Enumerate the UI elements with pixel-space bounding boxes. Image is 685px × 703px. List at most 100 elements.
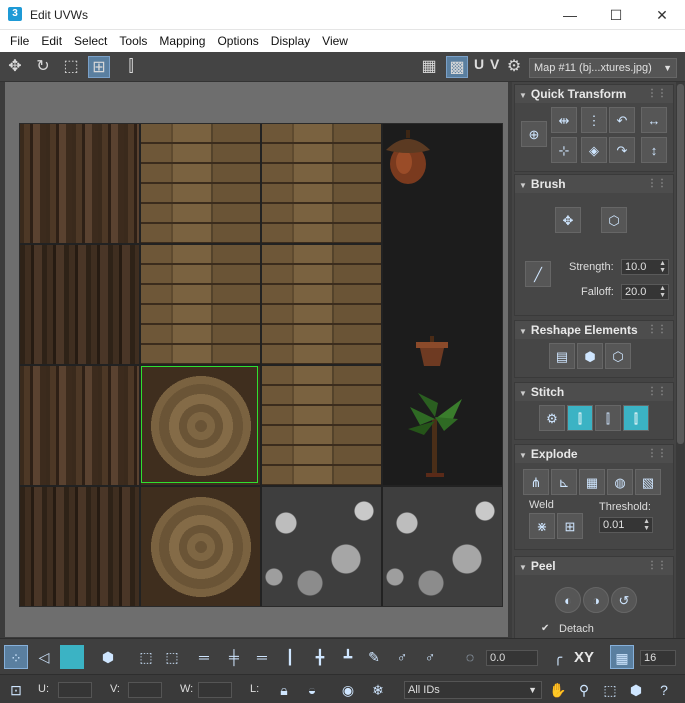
v-field[interactable] [128, 682, 162, 698]
drag-handle-icon[interactable]: ⋮⋮ [647, 175, 667, 193]
lock-icon[interactable]: 🔒︎ [272, 678, 296, 702]
snap-value-field[interactable]: 16 [640, 650, 676, 666]
falloff-curve-icon[interactable]: ╭ [546, 645, 570, 669]
threshold-spinner[interactable]: 0.01 ▲ ▼ [599, 517, 653, 533]
spinner-arrows-icon[interactable]: ▲ ▼ [659, 285, 666, 299]
ring-select-icon[interactable]: ═ [192, 645, 216, 669]
stitch-to-source-icon[interactable]: ⫿ [567, 405, 593, 431]
align-to-edge-icon[interactable]: ⊹ [551, 137, 577, 163]
detach-edge-icon[interactable]: ⊾ [551, 469, 577, 495]
space-horizontal-icon[interactable]: ↔ [641, 107, 667, 133]
peel-mode-icon[interactable]: ◑ [583, 587, 609, 613]
rotate-cw-icon[interactable]: ↷ [609, 137, 635, 163]
flatten-by-material-icon[interactable]: ▧ [635, 469, 661, 495]
edge-loop-icon[interactable]: ┃ [278, 645, 302, 669]
absolute-offset-icon[interactable]: ⊡ [4, 678, 28, 702]
set-pivot-icon[interactable]: ⊕ [521, 121, 547, 147]
close-button[interactable]: ✕ [639, 0, 685, 30]
scale-icon[interactable]: ⬚ [60, 56, 82, 78]
space-vertical-icon[interactable]: ↕ [641, 137, 667, 163]
ids-select[interactable]: All IDs ▼ [404, 681, 542, 699]
drag-handle-icon[interactable]: ⋮⋮ [647, 383, 667, 401]
texture-map[interactable] [19, 123, 503, 607]
menu-file[interactable]: File [4, 30, 35, 52]
loop-shrink-icon[interactable]: ═ [250, 645, 274, 669]
soft-selection-icon[interactable]: ◌ [458, 645, 482, 669]
menu-tools[interactable]: Tools [113, 30, 153, 52]
peel-header[interactable]: ▼ Peel ⋮⋮ [515, 557, 673, 575]
grow-selection-icon[interactable]: ⬚ [134, 645, 158, 669]
rotate-ccw-icon[interactable]: ↶ [609, 107, 635, 133]
paint-select-icon[interactable]: ✎ [362, 645, 386, 669]
w-field[interactable] [198, 682, 232, 698]
rotate-value-field[interactable]: 0.0 [486, 650, 538, 666]
rotate-icon[interactable]: ↻ [32, 56, 54, 78]
checker-icon[interactable]: ▦ [418, 56, 440, 78]
vertex-select-icon[interactable]: ⁘ [4, 645, 28, 669]
flatten-icon[interactable]: ▦ [579, 469, 605, 495]
spinner-arrows-icon[interactable]: ▲ ▼ [659, 260, 666, 274]
loop-select-icon[interactable]: ╪ [222, 645, 246, 669]
paint-grow-icon[interactable]: ♂ [390, 645, 414, 669]
edge-distance-icon[interactable]: ▦ [610, 645, 634, 669]
freeform-icon[interactable]: ⊞ [88, 56, 110, 78]
relax-brush-icon[interactable]: ⬡ [601, 207, 627, 233]
drag-handle-icon[interactable]: ⋮⋮ [647, 321, 667, 339]
panel-scrollbar-thumb[interactable] [677, 84, 684, 444]
straighten-icon[interactable]: ▤ [549, 343, 575, 369]
relax-settings-icon[interactable]: ⬡ [605, 343, 631, 369]
show-icon[interactable]: ◉ [336, 678, 360, 702]
stitch-average-icon[interactable]: ⫿ [595, 405, 621, 431]
reset-peel-icon[interactable]: ↺ [611, 587, 637, 613]
map-select[interactable]: Map #11 (bj...xtures.jpg) ▼ [529, 58, 677, 78]
selected-uv-element[interactable] [141, 366, 258, 483]
element-select-icon[interactable]: ⬢ [96, 645, 120, 669]
menu-display[interactable]: Display [265, 30, 316, 52]
linear-align-icon[interactable]: ◈ [581, 137, 607, 163]
u-field[interactable] [58, 682, 92, 698]
reshape-elements-header[interactable]: ▼ Reshape Elements ⋮⋮ [515, 321, 673, 339]
drag-handle-icon[interactable]: ⋮⋮ [647, 557, 667, 575]
flatten-by-smoothing-icon[interactable]: ◍ [607, 469, 633, 495]
brush-falloff-icon[interactable]: ╱ [525, 261, 551, 287]
freeze-icon[interactable]: ❄ [366, 678, 390, 702]
detach-checkbox[interactable]: ✔ [541, 623, 549, 634]
menu-edit[interactable]: Edit [35, 30, 68, 52]
xy-axis-toggle[interactable]: XY [574, 649, 594, 666]
edge-select-icon[interactable]: ◁ [32, 645, 56, 669]
quick-peel-icon[interactable]: ◐ [555, 587, 581, 613]
select-by-element-icon[interactable]: ┻ [336, 645, 360, 669]
align-horizontal-icon[interactable]: ⇹ [551, 107, 577, 133]
stitch-header[interactable]: ▼ Stitch ⋮⋮ [515, 383, 673, 401]
menu-select[interactable]: Select [68, 30, 113, 52]
weld-selected-icon[interactable]: ⋇ [529, 513, 555, 539]
stitch-to-target-icon[interactable]: ⫿ [623, 405, 649, 431]
zoom-extents-icon[interactable]: ⬢ [624, 678, 648, 702]
shrink-selection-icon[interactable]: ⬚ [160, 645, 184, 669]
menu-options[interactable]: Options [211, 30, 264, 52]
brush-header[interactable]: ▼ Brush ⋮⋮ [515, 175, 673, 193]
face-select-icon[interactable] [60, 645, 84, 669]
help-icon[interactable]: ? [652, 678, 676, 702]
pan-icon[interactable]: ✋ [546, 678, 570, 702]
maximize-button[interactable]: ☐ [593, 0, 639, 30]
align-vertical-icon[interactable]: ⋮ [581, 107, 607, 133]
strength-spinner[interactable]: 10.0 ▲ ▼ [621, 259, 669, 275]
stitch-custom-icon[interactable]: ⚙ [539, 405, 565, 431]
weld-target-icon[interactable]: ⊞ [557, 513, 583, 539]
paint-move-icon[interactable]: ✥ [555, 207, 581, 233]
zoom-icon[interactable]: ⚲ [572, 678, 596, 702]
drag-handle-icon[interactable]: ⋮⋮ [647, 445, 667, 463]
texture-settings-icon[interactable]: ⚙ [503, 56, 525, 78]
paint-shrink-icon[interactable]: ♂ [418, 645, 442, 669]
zoom-region-icon[interactable]: ⬚ [598, 678, 622, 702]
explode-header[interactable]: ▼ Explode ⋮⋮ [515, 445, 673, 463]
relax-icon[interactable]: ⬢ [577, 343, 603, 369]
menu-mapping[interactable]: Mapping [153, 30, 211, 52]
move-icon[interactable]: ✥ [4, 56, 26, 78]
hide-icon[interactable]: ◒ [300, 678, 324, 702]
falloff-spinner[interactable]: 20.0 ▲ ▼ [621, 284, 669, 300]
point-to-point-icon[interactable]: ╋ [308, 645, 332, 669]
drag-handle-icon[interactable]: ⋮⋮ [647, 85, 667, 103]
mirror-icon[interactable]: ⫿ [120, 56, 142, 78]
